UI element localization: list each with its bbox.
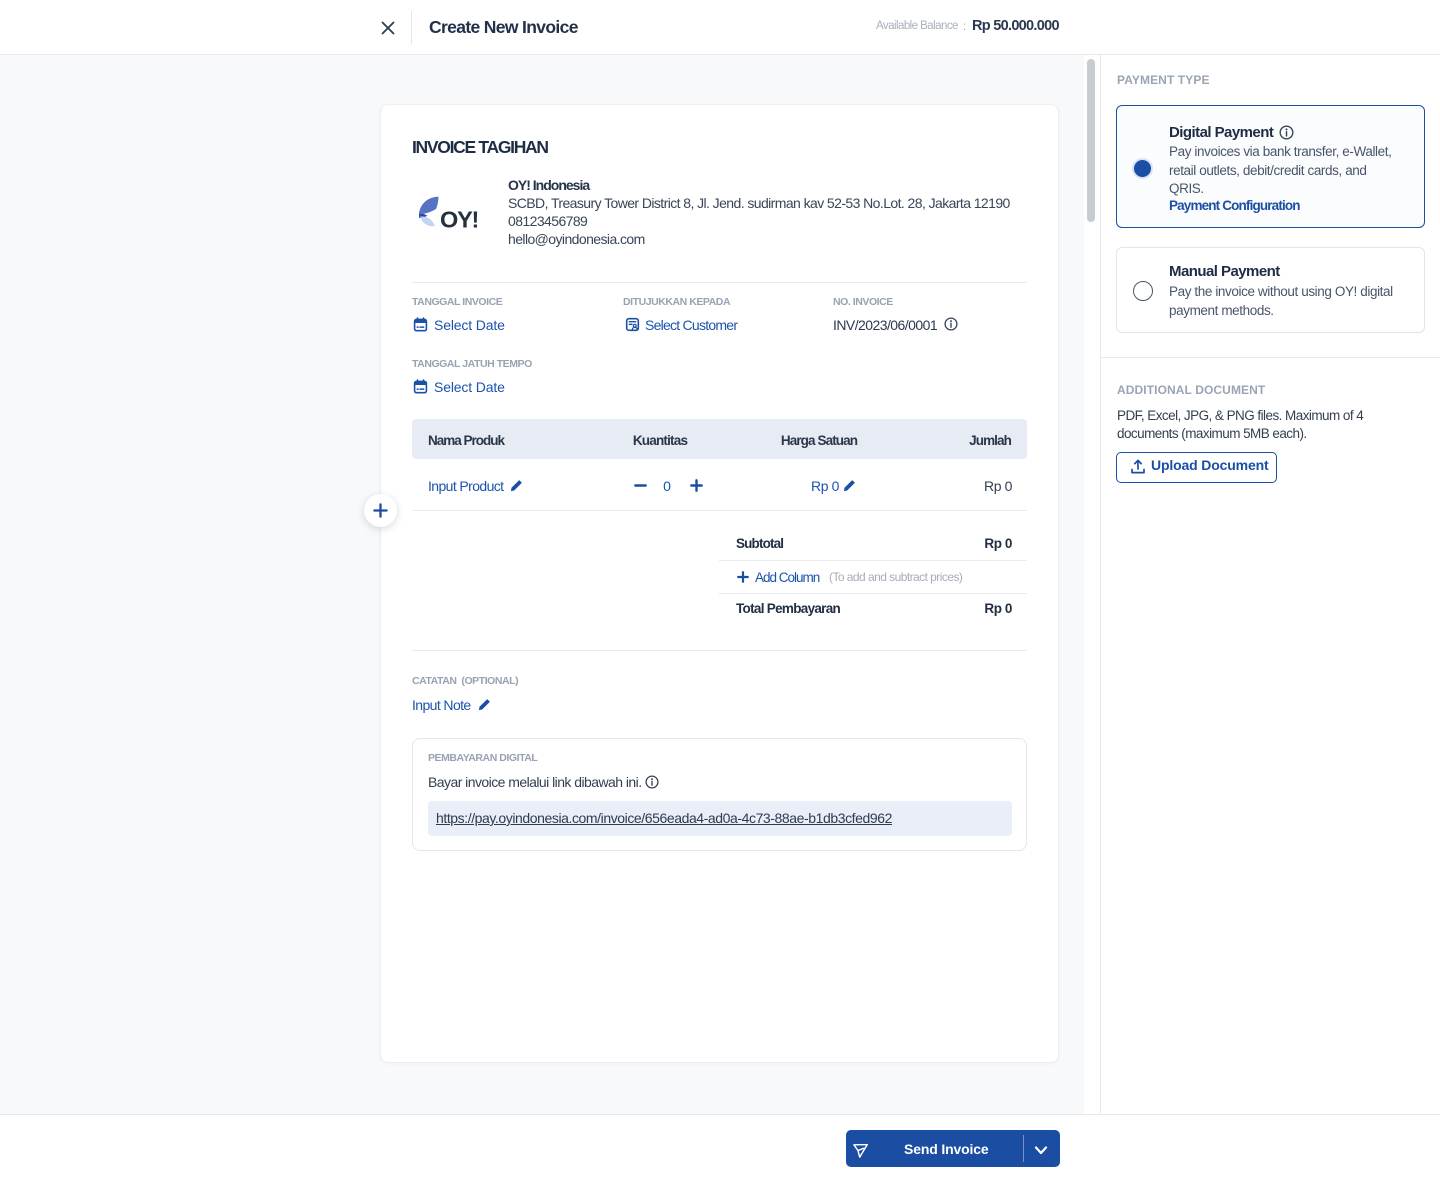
- svg-text:OY!: OY!: [440, 207, 478, 231]
